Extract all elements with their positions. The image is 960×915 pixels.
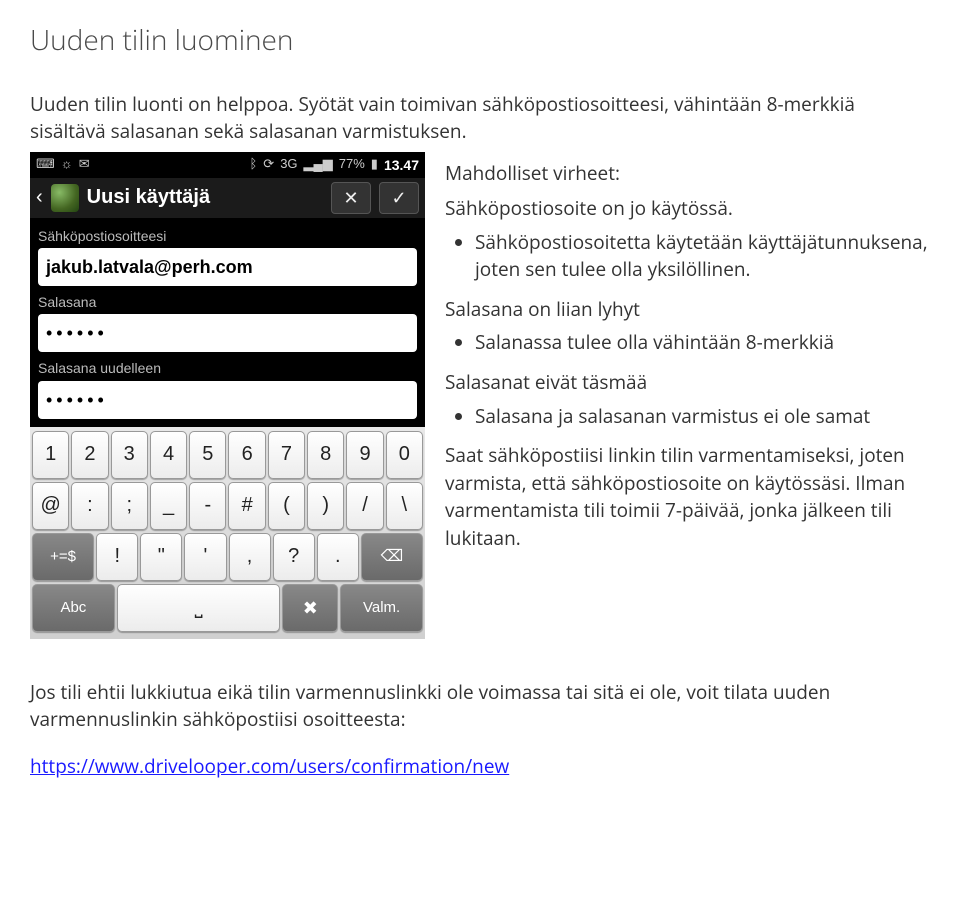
key-period[interactable]: .: [317, 533, 359, 581]
password2-label: Salasana uudelleen: [38, 358, 417, 378]
key-1[interactable]: 1: [32, 431, 69, 479]
key-squote[interactable]: ': [184, 533, 226, 581]
key-0[interactable]: 0: [386, 431, 423, 479]
cancel-button[interactable]: ✕: [331, 182, 371, 214]
key-at[interactable]: @: [32, 482, 69, 530]
key-abc[interactable]: Abc: [32, 584, 115, 632]
key-comma[interactable]: ,: [229, 533, 271, 581]
intro-paragraph: Uuden tilin luonti on helppoa. Syötät va…: [30, 91, 930, 146]
key-semicolon[interactable]: ;: [111, 482, 148, 530]
key-3[interactable]: 3: [111, 431, 148, 479]
key-colon[interactable]: :: [71, 482, 108, 530]
soft-keyboard: 1 2 3 4 5 6 7 8 9 0 @ : ; _ - #: [30, 427, 425, 639]
avatar-icon: [51, 184, 79, 212]
key-backspace[interactable]: ⌫: [361, 533, 423, 581]
key-settings-icon[interactable]: ✖: [282, 584, 338, 632]
keyboard-row-4: Abc ⎵ ✖ Valm.: [32, 584, 423, 632]
bluetooth-icon: ᛒ: [249, 155, 257, 174]
error2-item: Salanassa tulee olla vähintään 8-merkkiä: [475, 329, 930, 357]
phone-screenshot: ⌨ ☼ ✉ ᛒ ⟳ 3G ▂▄▆ 77% ▮ 13.47 ‹ Uusi käyt…: [30, 152, 425, 639]
key-4[interactable]: 4: [150, 431, 187, 479]
footer-text: Jos tili ehtii lukkiutua eikä tilin varm…: [30, 679, 930, 734]
confirm-button[interactable]: ✓: [379, 182, 419, 214]
key-hash[interactable]: #: [228, 482, 265, 530]
password-field[interactable]: ••••••: [38, 314, 417, 352]
confirmation-info: Saat sähköpostiisi linkin tilin varmenta…: [445, 442, 930, 552]
brightness-icon: ☼: [61, 155, 73, 174]
key-9[interactable]: 9: [346, 431, 383, 479]
keyboard-row-3: +=$ ! " ' , ? . ⌫: [32, 533, 423, 581]
key-symbols[interactable]: +=$: [32, 533, 94, 581]
keyboard-indicator-icon: ⌨: [36, 155, 55, 174]
network-type-label: 3G: [280, 155, 297, 174]
form-area: Sähköpostiosoitteesi jakub.latvala@perh.…: [30, 218, 425, 427]
sync-icon: ⟳: [263, 155, 274, 174]
battery-percent: 77%: [339, 155, 365, 174]
key-done[interactable]: Valm.: [340, 584, 423, 632]
password-label: Salasana: [38, 292, 417, 312]
key-underscore[interactable]: _: [150, 482, 187, 530]
status-time: 13.47: [384, 155, 419, 175]
key-backslash[interactable]: \: [386, 482, 423, 530]
email-label: Sähköpostiosoitteesi: [38, 226, 417, 246]
status-bar: ⌨ ☼ ✉ ᛒ ⟳ 3G ▂▄▆ 77% ▮ 13.47: [30, 152, 425, 178]
confirmation-link[interactable]: https://www.drivelooper.com/users/confir…: [30, 753, 509, 779]
key-rparen[interactable]: ): [307, 482, 344, 530]
key-space[interactable]: ⎵: [117, 584, 281, 632]
key-7[interactable]: 7: [268, 431, 305, 479]
page-heading: Uuden tilin luominen: [30, 20, 930, 61]
battery-icon: ▮: [371, 155, 378, 174]
key-question[interactable]: ?: [273, 533, 315, 581]
email-field[interactable]: jakub.latvala@perh.com: [38, 248, 417, 286]
mail-icon: ✉: [79, 155, 90, 174]
screen-title: Uusi käyttäjä: [87, 183, 323, 212]
error1-item: Sähköpostiosoitetta käytetään käyttäjätu…: [475, 229, 930, 284]
title-bar: ‹ Uusi käyttäjä ✕ ✓: [30, 178, 425, 218]
key-6[interactable]: 6: [228, 431, 265, 479]
signal-icon: ▂▄▆: [304, 155, 333, 174]
error3-title: Salasanat eivät täsmää: [445, 369, 930, 397]
key-8[interactable]: 8: [307, 431, 344, 479]
key-hyphen[interactable]: -: [189, 482, 226, 530]
back-icon[interactable]: ‹: [36, 183, 43, 212]
error2-title: Salasana on liian lyhyt: [445, 296, 930, 324]
error3-item: Salasana ja salasanan varmistus ei ole s…: [475, 403, 930, 431]
key-excl[interactable]: !: [96, 533, 138, 581]
password2-field[interactable]: ••••••: [38, 381, 417, 419]
key-2[interactable]: 2: [71, 431, 108, 479]
error1-title: Sähköpostiosoite on jo käytössä.: [445, 195, 930, 223]
keyboard-row-1: 1 2 3 4 5 6 7 8 9 0: [32, 431, 423, 479]
errors-heading: Mahdolliset virheet:: [445, 160, 930, 188]
key-slash[interactable]: /: [346, 482, 383, 530]
key-lparen[interactable]: (: [268, 482, 305, 530]
key-5[interactable]: 5: [189, 431, 226, 479]
key-dquote[interactable]: ": [140, 533, 182, 581]
keyboard-row-2: @ : ; _ - # ( ) / \: [32, 482, 423, 530]
